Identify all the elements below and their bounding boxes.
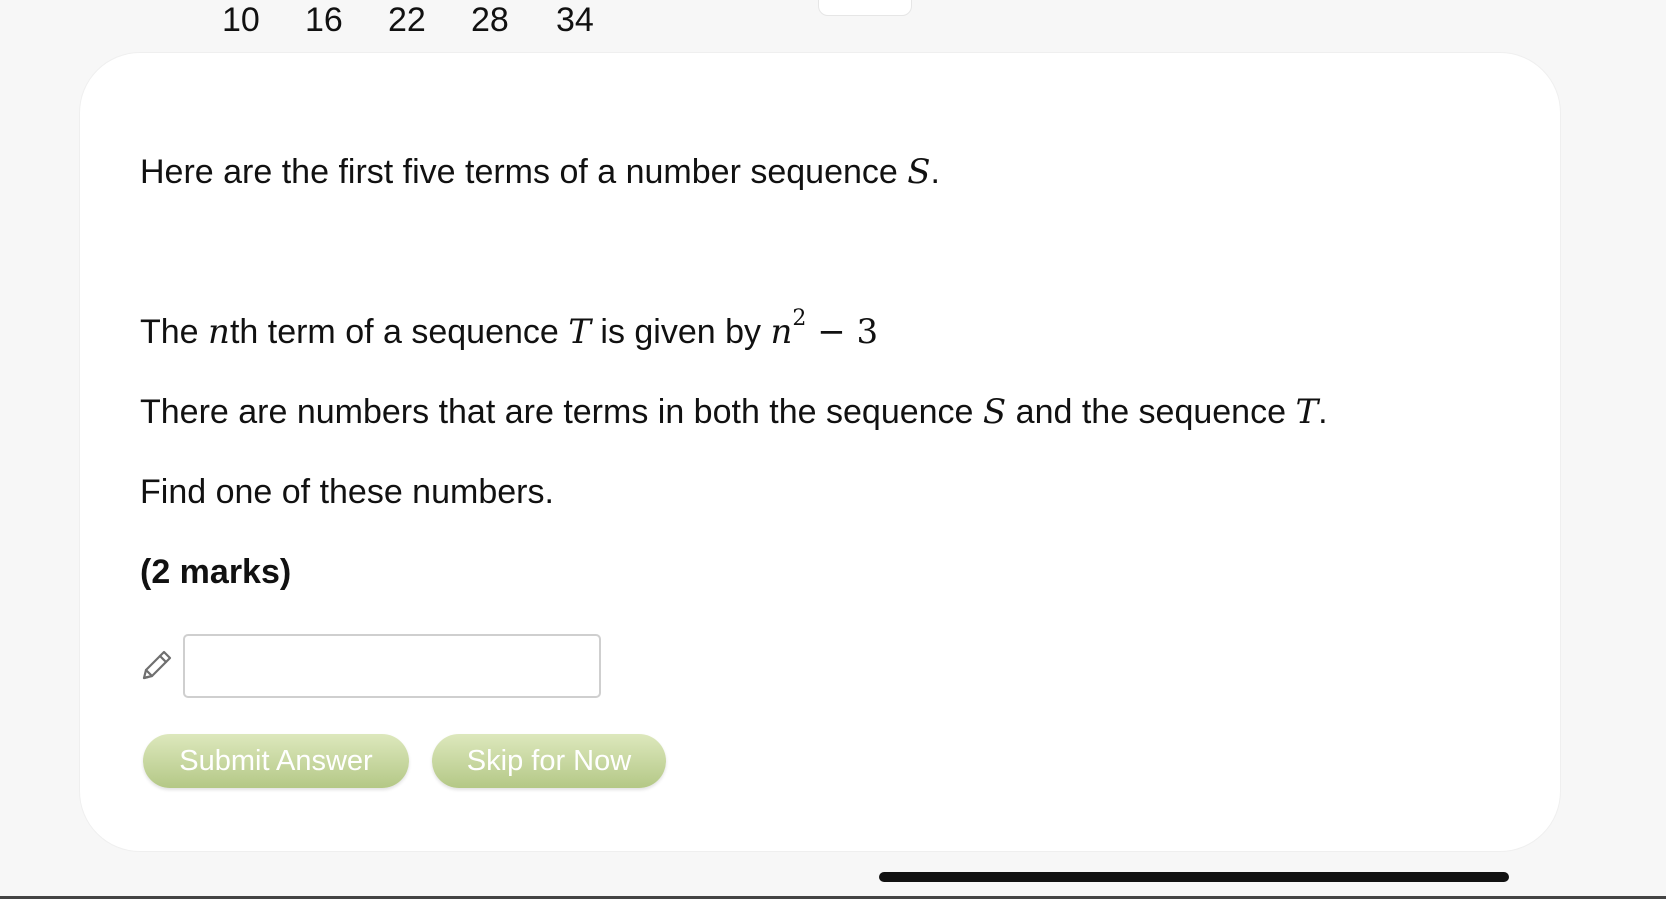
intro-text: Here are the first five terms of a numbe…: [140, 153, 908, 191]
intro-sequence-variable: S: [907, 152, 931, 192]
nth-expression-base: n: [770, 312, 793, 352]
both-sequences-statement: There are numbers that are terms in both…: [140, 392, 1328, 432]
top-tab-handle: [818, 0, 912, 16]
nth-prefix: The: [140, 313, 209, 351]
sequence-term: 34: [556, 1, 594, 39]
both-variable-t: T: [1295, 392, 1319, 432]
both-middle: and the sequence: [1006, 393, 1296, 431]
nth-variable: n: [208, 312, 230, 352]
nth-expression-exponent: 2: [792, 306, 807, 331]
both-period: .: [1318, 393, 1328, 431]
sequence-term: 28: [471, 1, 509, 39]
answer-input[interactable]: [183, 634, 601, 698]
sequence-term: 16: [305, 1, 343, 39]
marks-label: (2 marks): [140, 553, 292, 591]
nth-sequence-variable: T: [568, 312, 591, 352]
intro-period: .: [930, 153, 940, 191]
sequence-term: 22: [388, 1, 426, 39]
sequence-term: 10: [222, 1, 260, 39]
home-indicator: [879, 872, 1509, 882]
skip-for-now-button[interactable]: Skip for Now: [432, 734, 666, 788]
submit-answer-button[interactable]: Submit Answer: [143, 734, 409, 788]
both-prefix: There are numbers that are terms in both…: [140, 393, 983, 431]
nth-middle: th term of a sequence: [229, 313, 569, 351]
nth-term-statement: The nth term of a sequence T is given by…: [140, 308, 879, 353]
both-variable-s: S: [982, 392, 1007, 432]
nth-expression-rest: − 3: [806, 312, 879, 352]
pencil-icon: [142, 650, 172, 680]
find-instruction: Find one of these numbers.: [140, 473, 554, 511]
nth-given: is given by: [590, 313, 771, 351]
question-intro: Here are the first five terms of a numbe…: [140, 152, 940, 192]
